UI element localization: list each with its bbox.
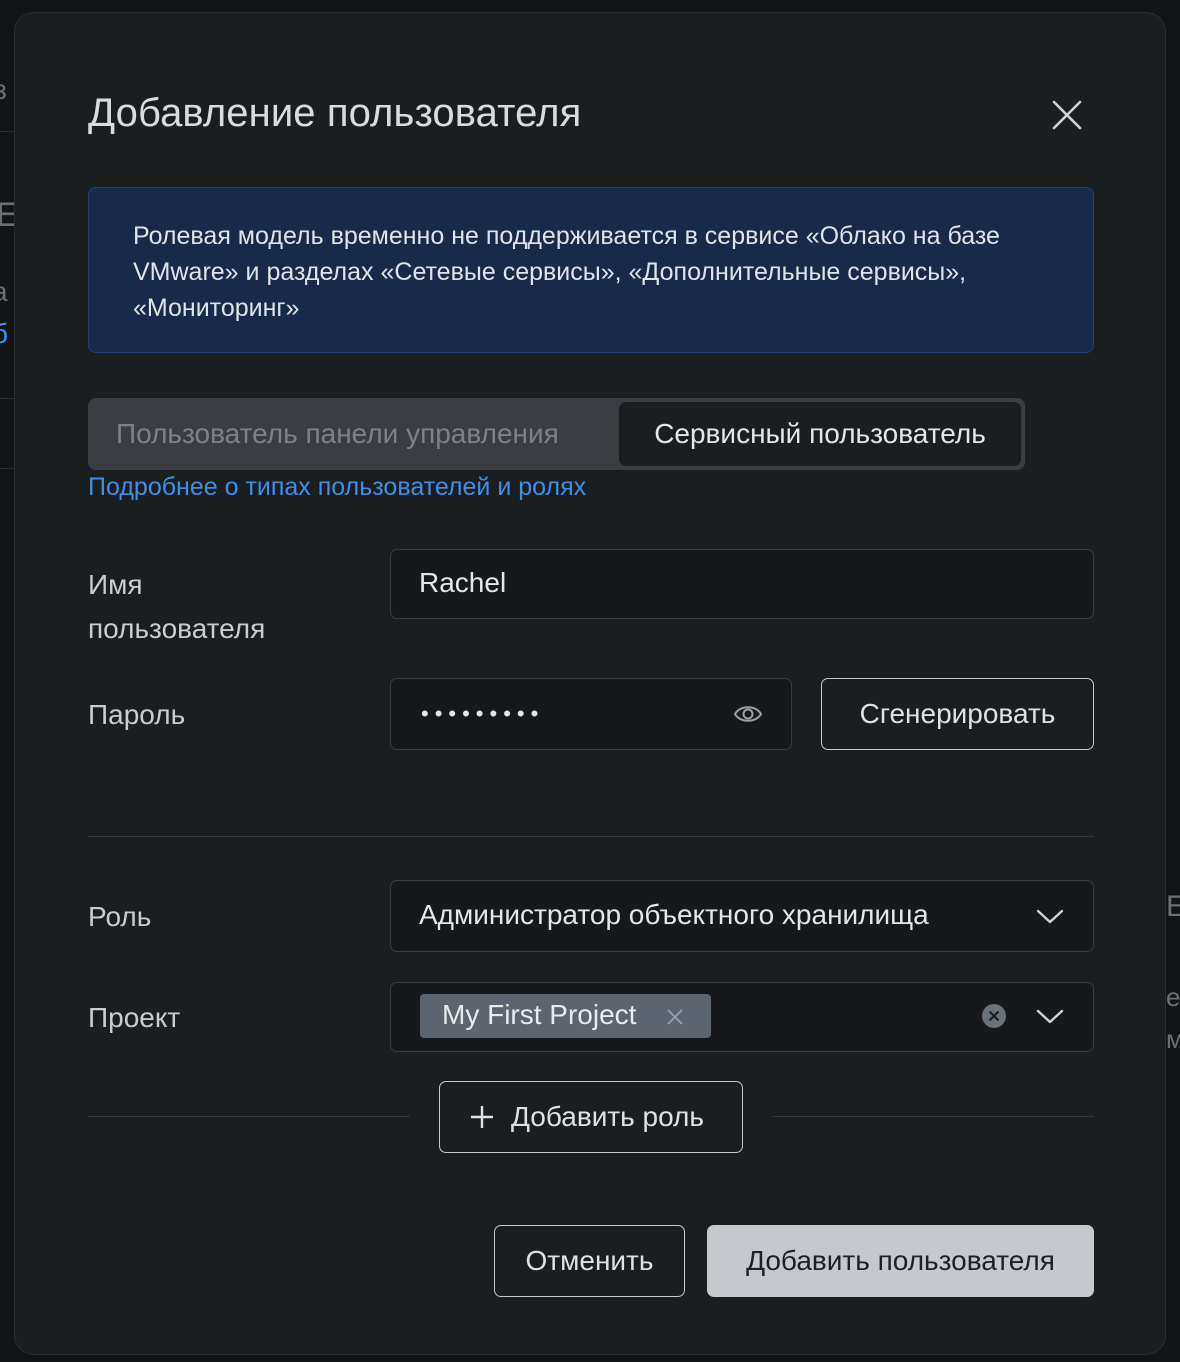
cancel-button[interactable]: Отменить: [494, 1225, 685, 1297]
background-divider: [0, 468, 14, 469]
background-text-fragment: a: [0, 276, 8, 308]
tab-service-user[interactable]: Сервисный пользователь: [619, 402, 1021, 466]
role-select[interactable]: Администратор объектного хранилища: [390, 880, 1094, 952]
section-divider: [88, 836, 1094, 837]
role-selected-value: Администратор объектного хранилища: [419, 899, 929, 930]
project-label: Проект: [88, 1002, 181, 1033]
password-field[interactable]: •••••••••: [390, 678, 792, 750]
background-divider: [0, 398, 14, 399]
background-divider: [0, 131, 14, 132]
info-banner-text: Ролевая модель временно не поддерживаетс…: [133, 222, 1000, 322]
tab-control-panel-user[interactable]: Пользователь панели управления: [116, 398, 559, 470]
clear-selection-icon[interactable]: [981, 1003, 1007, 1029]
background-text-fragment: м: [1166, 1024, 1180, 1054]
project-multiselect[interactable]: My First Project: [390, 982, 1094, 1052]
username-field[interactable]: Rachel: [390, 549, 1094, 619]
add-user-button[interactable]: Добавить пользователя: [707, 1225, 1094, 1297]
chevron-down-icon[interactable]: [1036, 1009, 1064, 1025]
add-role-divider-right: [772, 1116, 1094, 1117]
background-text-fragment: е: [1166, 982, 1180, 1012]
project-tag-label: My First Project: [442, 999, 637, 1030]
role-label: Роль: [88, 901, 152, 932]
add-role-button[interactable]: Добавить роль: [439, 1081, 743, 1153]
learn-more-link[interactable]: Подробнее о типах пользователей и ролях: [88, 473, 586, 502]
background-text-fragment: Е: [1166, 890, 1180, 923]
chevron-down-icon: [1036, 909, 1064, 924]
add-role-label: Добавить роль: [511, 1101, 704, 1132]
add-role-divider-left: [88, 1116, 410, 1117]
background-text-fragment: з: [0, 74, 7, 105]
password-masked-value: •••••••••: [421, 701, 545, 726]
dialog-title: Добавление пользователя: [88, 91, 582, 135]
username-label: Имя пользователя: [88, 569, 266, 644]
generate-password-button[interactable]: Сгенерировать: [821, 678, 1094, 750]
username-value: Rachel: [419, 567, 507, 598]
plus-icon: [471, 1106, 493, 1128]
project-tag: My First Project: [420, 994, 711, 1038]
close-icon: [1052, 100, 1082, 130]
eye-icon[interactable]: [733, 701, 763, 727]
add-user-dialog: Добавление пользователя Ролевая модель в…: [14, 12, 1166, 1355]
close-button[interactable]: [1047, 95, 1087, 135]
remove-tag-icon[interactable]: [666, 1008, 684, 1026]
info-banner: Ролевая модель временно не поддерживаетс…: [88, 187, 1094, 353]
user-type-switch: Пользователь панели управления Сервисный…: [88, 398, 1025, 470]
password-label: Пароль: [88, 699, 186, 730]
background-text-fragment: б: [0, 318, 9, 349]
